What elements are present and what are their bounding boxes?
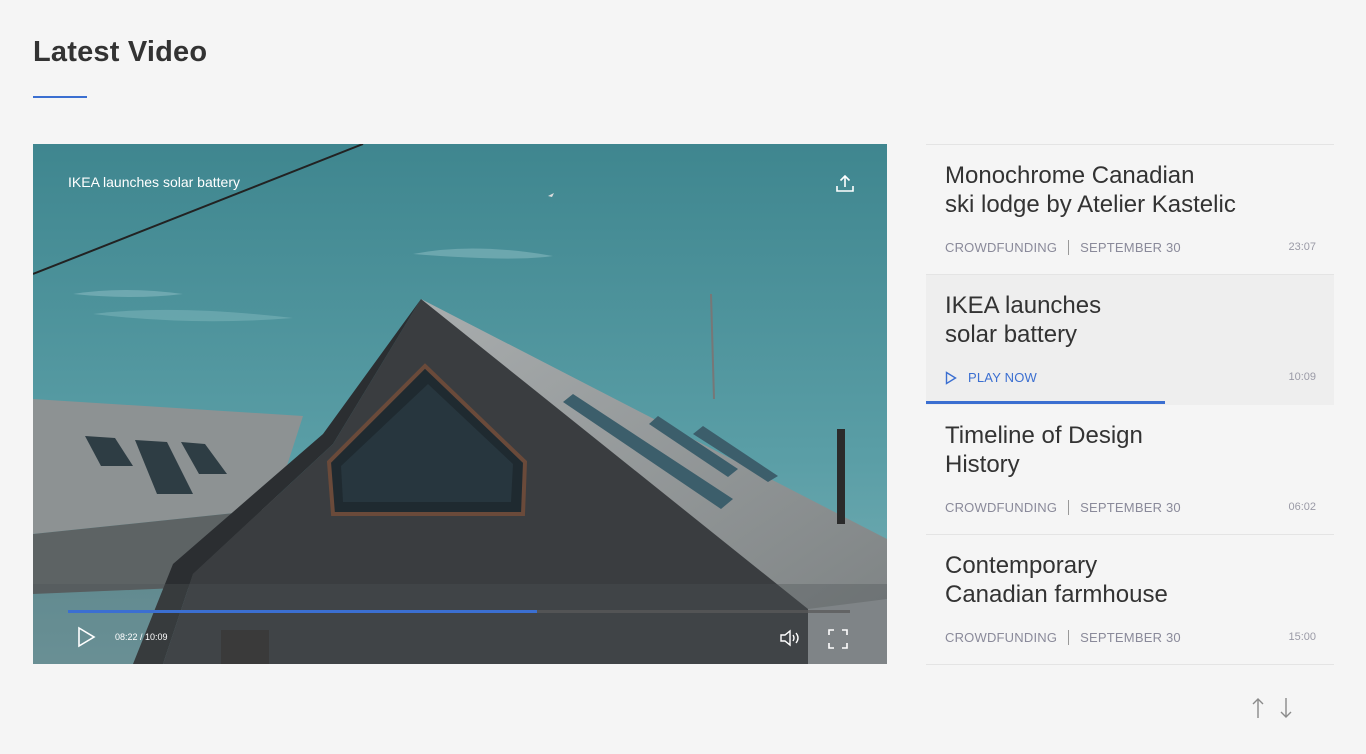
meta-divider — [1068, 500, 1070, 515]
playlist-item[interactable]: Timeline of Design History CROWDFUNDING S… — [926, 405, 1334, 535]
playlist-item-meta: CROWDFUNDING SEPTEMBER 30 — [945, 500, 1181, 515]
playlist-item-title: Timeline of Design History — [945, 422, 1143, 478]
duration-label: 23:07 — [1288, 241, 1316, 253]
meta-divider — [1068, 240, 1070, 255]
duration-label: 15:00 — [1288, 631, 1316, 643]
duration-label: 06:02 — [1288, 501, 1316, 513]
upload-icon[interactable] — [833, 172, 857, 196]
date-label: SEPTEMBER 30 — [1080, 240, 1181, 255]
arrow-up-icon[interactable] — [1251, 697, 1265, 719]
duration-label: 10:09 — [1288, 371, 1316, 383]
video-progress-fill — [68, 610, 538, 613]
title-underline — [33, 96, 87, 98]
play-now-label: PLAY NOW — [968, 370, 1038, 385]
playlist-item-meta: CROWDFUNDING SEPTEMBER 30 — [945, 630, 1181, 645]
play-now-button[interactable]: PLAY NOW — [945, 370, 1037, 385]
category-label: CROWDFUNDING — [945, 500, 1058, 515]
date-label: SEPTEMBER 30 — [1080, 500, 1181, 515]
video-progress-bar[interactable] — [68, 610, 850, 613]
playlist-item-active[interactable]: IKEA launches solar battery PLAY NOW 10:0… — [926, 275, 1334, 405]
playlist-item[interactable]: Contemporary Canadian farmhouse CROWDFUND… — [926, 535, 1334, 665]
playlist-item[interactable]: Monochrome Canadian ski lodge by Atelier … — [926, 145, 1334, 275]
playlist-item-title: Monochrome Canadian ski lodge by Atelier … — [945, 162, 1236, 218]
meta-divider — [1068, 630, 1070, 645]
arrow-down-icon[interactable] — [1279, 697, 1293, 719]
play-icon — [945, 370, 957, 385]
video-player[interactable]: IKEA launches solar battery 08:22 / 10:0… — [33, 144, 887, 664]
video-title: IKEA launches solar battery — [68, 174, 240, 190]
playlist-item-title: Contemporary Canadian farmhouse — [945, 552, 1168, 608]
category-label: CROWDFUNDING — [945, 630, 1058, 645]
play-icon[interactable] — [76, 626, 96, 648]
playlist-item-meta: CROWDFUNDING SEPTEMBER 30 — [945, 240, 1181, 255]
playlist-item-progress — [926, 401, 1165, 404]
video-frame — [33, 144, 887, 664]
page-title: Latest Video — [33, 36, 208, 68]
playlist-item-title: IKEA launches solar battery — [945, 292, 1102, 348]
video-playlist: Monochrome Canadian ski lodge by Atelier … — [926, 144, 1334, 665]
fullscreen-icon[interactable] — [827, 628, 849, 650]
category-label: CROWDFUNDING — [945, 240, 1058, 255]
date-label: SEPTEMBER 30 — [1080, 630, 1181, 645]
time-readout: 08:22 / 10:09 — [115, 632, 168, 642]
volume-icon[interactable] — [779, 628, 801, 648]
